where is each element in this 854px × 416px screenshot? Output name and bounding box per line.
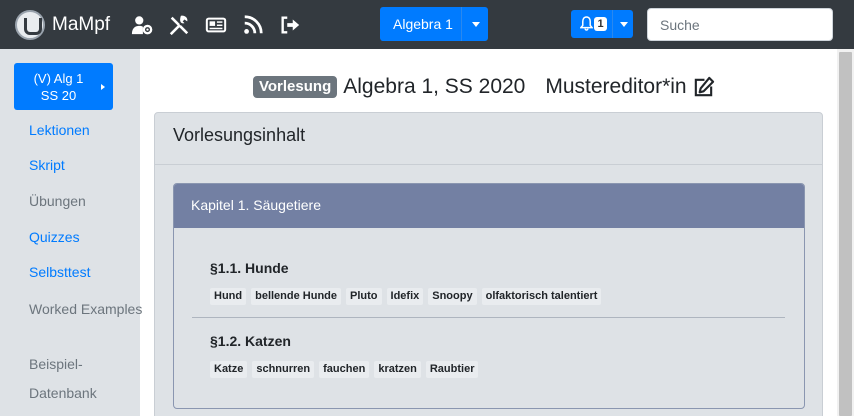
sidebar-item-label: Beispiel- <box>29 356 83 372</box>
button-divider <box>612 10 613 38</box>
sidebar-lecture-term: SS 20 <box>40 88 77 103</box>
newspaper-icon[interactable] <box>204 13 228 37</box>
card-title: Vorlesungsinhalt <box>155 113 822 165</box>
sidebar-item-skript[interactable]: Skript <box>29 157 65 173</box>
button-divider <box>461 7 462 41</box>
chapter-title[interactable]: Kapitel 1. Säugetiere <box>174 184 804 228</box>
tag[interactable]: schnurren <box>252 361 315 378</box>
user-cog-icon[interactable] <box>130 13 154 37</box>
section-title[interactable]: §1.2. Katzen <box>192 333 785 349</box>
sidebar-item-label: Datenbank <box>29 385 97 401</box>
tag[interactable]: Pluto <box>346 288 382 305</box>
tag[interactable]: bellende Hunde <box>251 288 342 305</box>
chevron-right-icon <box>101 84 105 90</box>
lecture-editor: Mustereditor*in <box>545 75 687 98</box>
tag[interactable]: fauchen <box>319 361 370 378</box>
section-divider <box>192 317 785 318</box>
sidebar-item-selbsttest[interactable]: Selbsttest <box>29 264 90 280</box>
chevron-down-icon[interactable] <box>620 22 628 27</box>
lecture-type-badge: Vorlesung <box>253 76 338 98</box>
sidebar-item-uebungen[interactable]: Übungen <box>29 193 86 209</box>
sidebar-item-worked-examples[interactable]: Worked Examples <box>29 301 142 317</box>
search-input[interactable] <box>647 8 833 41</box>
mampf-logo-icon <box>15 10 45 40</box>
section: §1.1. Hunde Hund bellende Hunde Pluto Id… <box>192 260 785 305</box>
section-title[interactable]: §1.1. Hunde <box>192 260 785 276</box>
tag-list: Katze schnurren fauchen kratzen Raubtier <box>192 361 785 378</box>
tag[interactable]: Idefix <box>386 288 424 305</box>
brand-name: MaMpf <box>52 14 111 35</box>
tag[interactable]: kratzen <box>374 361 421 378</box>
lecture-select-button[interactable]: Algebra 1 <box>380 7 488 41</box>
tag[interactable]: Snoopy <box>428 288 477 305</box>
edit-icon[interactable] <box>692 75 716 99</box>
lecture-select-label: Algebra 1 <box>393 16 453 32</box>
tag[interactable]: Hund <box>210 288 247 305</box>
bell-icon <box>580 16 593 31</box>
chevron-down-icon <box>472 22 480 27</box>
rss-icon[interactable] <box>241 13 265 37</box>
sidebar-item-lektionen[interactable]: Lektionen <box>29 122 90 138</box>
lecture-content-card: Vorlesungsinhalt Kapitel 1. Säugetiere §… <box>154 112 823 416</box>
sign-out-icon[interactable] <box>278 13 302 37</box>
scrollbar-thumb[interactable] <box>839 52 852 416</box>
tag[interactable]: Raubtier <box>425 361 479 378</box>
navbar: MaMpf Algebra 1 1 <box>0 0 854 49</box>
nav-icons <box>130 13 302 37</box>
sidebar-lecture-label: (V) Alg 1 <box>33 71 84 86</box>
notifications-button[interactable]: 1 <box>571 10 633 38</box>
chapter-card: Kapitel 1. Säugetiere §1.1. Hunde Hund b… <box>173 183 805 409</box>
tag[interactable]: olfaktorisch talentiert <box>481 288 602 305</box>
sidebar-item-beispiel-datenbank[interactable]: Beispiel- Datenbank <box>29 350 97 408</box>
tag[interactable]: Katze <box>210 361 248 378</box>
notification-count-badge: 1 <box>594 17 607 31</box>
lecture-title: Algebra 1, SS 2020 <box>343 75 526 98</box>
section: §1.2. Katzen Katze schnurren fauchen kra… <box>192 333 785 378</box>
tag-list: Hund bellende Hunde Pluto Idefix Snoopy … <box>192 288 785 305</box>
sidebar: (V) Alg 1 SS 20 Lektionen Skript Übungen… <box>0 49 142 416</box>
tools-icon[interactable] <box>167 13 191 37</box>
sidebar-item-quizzes[interactable]: Quizzes <box>29 229 80 245</box>
page-title: Vorlesung Algebra 1, SS 2020 Musteredito… <box>253 72 716 102</box>
sidebar-lecture-button[interactable]: (V) Alg 1 SS 20 <box>14 63 113 110</box>
brand[interactable]: MaMpf <box>15 10 110 40</box>
